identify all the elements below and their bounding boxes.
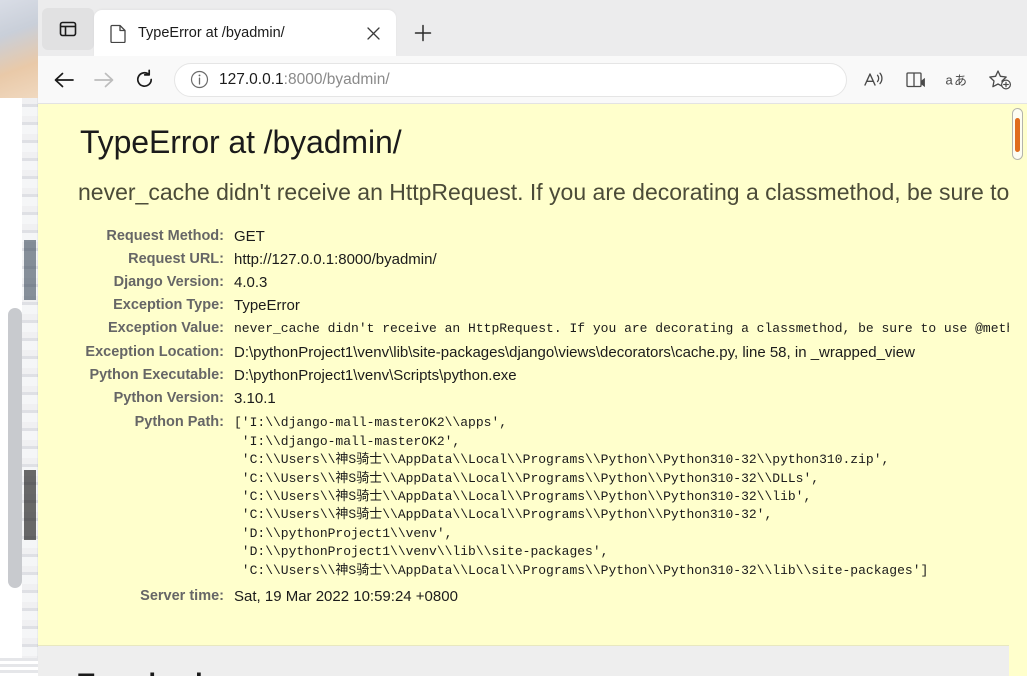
table-row: Python Path: ['I:\\django-mall-masterOK2… — [38, 410, 1009, 584]
page-vertical-scrollbar[interactable] — [1009, 104, 1027, 676]
page-title: TypeError at /byadmin/ — [80, 124, 402, 160]
row-value: http://127.0.0.1:8000/byadmin/ — [234, 250, 437, 268]
immersive-reader-button[interactable] — [895, 62, 937, 98]
screen: TypeError at /byadmin/ 127.0.0.1:8000/by… — [0, 0, 1027, 676]
refresh-button[interactable] — [124, 62, 164, 98]
table-row: Exception Value: never_cache didn't rece… — [38, 317, 1009, 341]
row-value: D:\pythonProject1\venv\Scripts\python.ex… — [234, 367, 517, 385]
row-label: Request Method: — [106, 227, 224, 244]
error-details-body: Request Method: GET Request URL: http://… — [38, 225, 1009, 610]
row-value: 3.10.1 — [234, 390, 276, 408]
traceback-heading: Traceback — [78, 668, 1009, 676]
exception-message: never_cache didn't receive an HttpReques… — [78, 179, 1009, 205]
tab-strip: TypeError at /byadmin/ — [38, 0, 1027, 56]
error-details-table: Request Method: GET Request URL: http://… — [38, 225, 1009, 610]
django-error-page: TypeError at /byadmin/ never_cache didn'… — [38, 104, 1009, 676]
row-label: Python Executable: — [89, 367, 224, 384]
tab-actions-button[interactable] — [42, 8, 94, 50]
error-summary: TypeError at /byadmin/ never_cache didn'… — [38, 104, 1009, 646]
new-tab-button[interactable] — [404, 14, 442, 52]
translate-button[interactable]: a あ — [937, 62, 979, 98]
address-bar-url[interactable]: 127.0.0.1:8000/byadmin/ — [219, 71, 390, 89]
svg-text:あ: あ — [954, 74, 967, 89]
read-aloud-icon — [864, 72, 883, 86]
background-image — [0, 0, 40, 108]
tab-title: TypeError at /byadmin/ — [138, 25, 285, 41]
back-arrow-icon — [54, 72, 74, 87]
browser-window: TypeError at /byadmin/ 127.0.0.1:8000/by… — [38, 0, 1027, 676]
browser-toolbar: 127.0.0.1:8000/byadmin/ a あ — [38, 56, 1027, 104]
row-label: Request URL: — [128, 250, 224, 267]
table-row: Request Method: GET — [38, 225, 1009, 248]
immersive-reader-icon — [905, 71, 925, 87]
background-window-content — [22, 98, 38, 658]
row-label: Exception Type: — [113, 296, 224, 313]
refresh-icon — [136, 69, 152, 88]
page-viewport: TypeError at /byadmin/ never_cache didn'… — [38, 104, 1027, 676]
python-path-list: ['I:\\django-mall-masterOK2\\apps', 'I:\… — [234, 415, 929, 578]
browser-tab[interactable]: TypeError at /byadmin/ — [94, 10, 396, 56]
svg-text:a: a — [946, 72, 954, 87]
row-label: Python Path: — [134, 414, 224, 431]
plus-icon — [414, 24, 432, 42]
background-window-content-block-2 — [24, 470, 36, 540]
close-icon[interactable] — [360, 20, 386, 46]
add-favorite-button[interactable] — [979, 62, 1021, 98]
back-button[interactable] — [44, 62, 84, 98]
scrollbar-thumb[interactable] — [1015, 118, 1020, 152]
row-value: D:\pythonProject1\venv\lib\site-packages… — [234, 344, 915, 362]
table-row: Request URL: http://127.0.0.1:8000/byadm… — [38, 248, 1009, 271]
traceback-section: Traceback — [38, 646, 1009, 676]
forward-button[interactable] — [84, 62, 124, 98]
row-value: GET — [234, 227, 265, 245]
row-label: Exception Location: — [85, 344, 224, 361]
row-label: Server time: — [140, 588, 224, 605]
table-row: Exception Location: D:\pythonProject1\ve… — [38, 341, 1009, 364]
add-favorite-star-icon — [989, 69, 1012, 90]
row-label: Django Version: — [113, 273, 224, 290]
scrollbar-spacer — [1013, 194, 1022, 204]
address-bar[interactable]: 127.0.0.1:8000/byadmin/ — [174, 62, 847, 97]
url-path: :8000/byadmin/ — [283, 70, 390, 88]
table-row: Python Executable: D:\pythonProject1\ven… — [38, 364, 1009, 387]
tab-actions-icon — [59, 21, 77, 37]
table-row: Server time: Sat, 19 Mar 2022 10:59:24 +… — [38, 584, 1009, 609]
info-circle-icon[interactable] — [187, 68, 211, 92]
read-aloud-button[interactable] — [853, 62, 895, 98]
background-taskbar-sliver — [0, 658, 40, 676]
forward-arrow-icon — [94, 72, 114, 87]
row-value: Sat, 19 Mar 2022 10:59:24 +0800 — [234, 588, 458, 606]
document-icon — [108, 23, 128, 43]
table-row: Exception Type: TypeError — [38, 294, 1009, 317]
url-host: 127.0.0.1 — [219, 70, 284, 88]
row-label: Python Version: — [113, 390, 224, 407]
translate-icon: a あ — [946, 72, 968, 89]
row-value: TypeError — [234, 296, 300, 314]
row-value: ['I:\\django-mall-masterOK2\\apps', 'I:\… — [234, 410, 1009, 584]
background-window-content-block — [24, 240, 36, 300]
background-window-scrollbar[interactable] — [8, 308, 22, 588]
table-row: Python Version: 3.10.1 — [38, 387, 1009, 410]
row-value: 4.0.3 — [234, 273, 268, 291]
table-row: Django Version: 4.0.3 — [38, 271, 1009, 294]
row-label: Exception Value: — [107, 319, 224, 336]
row-value: never_cache didn't receive an HttpReques… — [234, 320, 1009, 336]
